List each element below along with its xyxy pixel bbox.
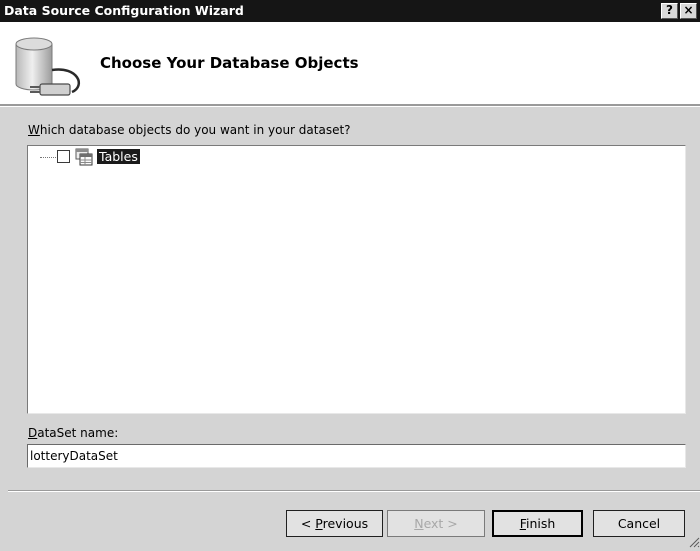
- title-bar[interactable]: Data Source Configuration Wizard ? ×: [0, 0, 700, 22]
- previous-button[interactable]: < Previous: [286, 510, 383, 537]
- dataset-label-rest: ataSet name:: [37, 426, 119, 440]
- finish-button[interactable]: Finish: [492, 510, 583, 537]
- dataset-name-input[interactable]: [27, 444, 686, 468]
- close-button[interactable]: ×: [680, 3, 697, 19]
- resize-grip[interactable]: [688, 536, 700, 551]
- database-plug-icon: [12, 36, 88, 105]
- finish-rest: inish: [525, 516, 556, 531]
- window-title: Data Source Configuration Wizard: [4, 3, 244, 18]
- help-button[interactable]: ?: [661, 3, 678, 19]
- dataset-name-label: DataSet name:: [28, 426, 118, 440]
- previous-rest: revious: [322, 516, 369, 531]
- next-rest: ext >: [423, 516, 458, 531]
- header-divider: [0, 104, 700, 107]
- dataset-accesskey: D: [28, 426, 38, 440]
- tables-checkbox[interactable]: [57, 150, 70, 163]
- tree-connector-line: [40, 157, 56, 158]
- tree-item-tables[interactable]: Tables: [97, 149, 140, 164]
- next-accesskey: N: [414, 516, 424, 531]
- wizard-window: Data Source Configuration Wizard ? × Cho…: [0, 0, 700, 551]
- database-objects-tree[interactable]: Tables: [27, 145, 686, 414]
- objects-question-label: Which database objects do you want in yo…: [28, 123, 351, 137]
- question-rest: hich database objects do you want in you…: [39, 123, 351, 137]
- next-button[interactable]: Next >: [387, 510, 485, 537]
- tables-icon: [75, 148, 93, 169]
- question-accesskey: W: [28, 123, 40, 137]
- footer-divider: [8, 490, 700, 492]
- page-heading: Choose Your Database Objects: [100, 54, 359, 72]
- cancel-button[interactable]: Cancel: [593, 510, 685, 537]
- previous-accesskey: P: [315, 516, 323, 531]
- previous-prefix: <: [300, 516, 316, 531]
